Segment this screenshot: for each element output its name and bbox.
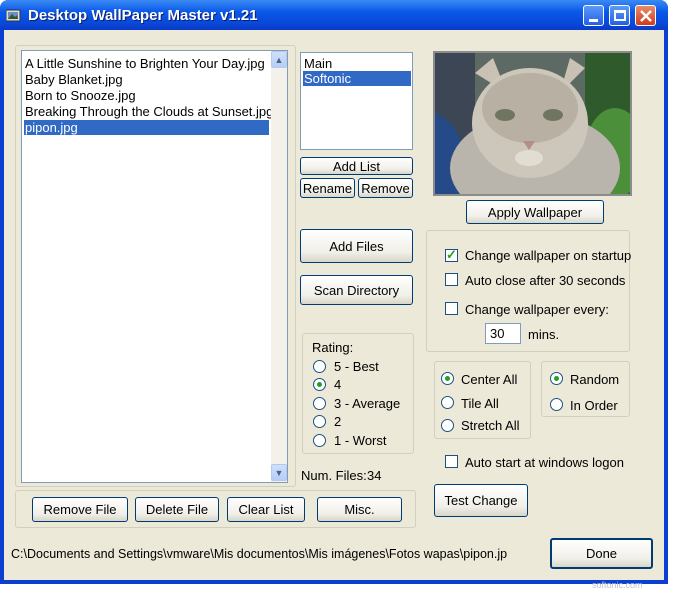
test-change-button[interactable]: Test Change	[434, 484, 528, 517]
application-window: Desktop WallPaper Master v1.21 A Little …	[0, 0, 668, 584]
chevron-up-icon: ▲	[274, 54, 284, 65]
list-item-selected[interactable]: Softonic	[303, 71, 411, 86]
auto-close-checkbox[interactable]	[445, 273, 458, 286]
rating-label: Rating:	[312, 340, 354, 355]
chevron-down-icon: ▼	[274, 467, 284, 478]
apply-wallpaper-button[interactable]: Apply Wallpaper	[466, 200, 604, 224]
random-radio[interactable]	[550, 372, 563, 385]
change-on-startup-checkbox[interactable]	[445, 247, 458, 263]
num-files-label: Num. Files:	[301, 468, 367, 483]
delete-file-button[interactable]: Delete File	[135, 497, 219, 522]
auto-close-label: Auto close after 30 seconds	[465, 273, 626, 288]
center-all-radio[interactable]	[441, 372, 454, 385]
status-path: C:\Documents and Settings\vmware\Mis doc…	[11, 547, 508, 561]
list-item[interactable]: Breaking Through the Clouds at Sunset.jp…	[24, 104, 273, 119]
list-item[interactable]: A Little Sunshine to Brighten Your Day.j…	[24, 56, 265, 71]
change-every-checkbox[interactable]	[445, 302, 458, 315]
tile-all-radio[interactable]	[441, 396, 454, 409]
list-item[interactable]: Main	[303, 56, 332, 71]
change-on-startup-label: Change wallpaper on startup	[465, 248, 632, 263]
misc-button[interactable]: Misc.	[317, 497, 402, 522]
wallpaper-lists[interactable]: Main Softonic	[300, 52, 413, 150]
remove-file-button[interactable]: Remove File	[32, 497, 128, 522]
client-area: A Little Sunshine to Brighten Your Day.j…	[4, 30, 664, 580]
scroll-up-button[interactable]: ▲	[271, 51, 287, 68]
scroll-down-button[interactable]: ▼	[271, 464, 287, 481]
remove-list-button[interactable]: Remove	[358, 178, 413, 198]
auto-start-checkbox[interactable]	[445, 455, 458, 468]
cat-photo-image	[435, 53, 630, 194]
rating-radio-3[interactable]	[313, 397, 326, 410]
rating-radio-5[interactable]	[313, 360, 326, 373]
title-bar[interactable]: Desktop WallPaper Master v1.21	[0, 0, 668, 30]
wallpaper-preview	[433, 51, 632, 196]
auto-start-label: Auto start at windows logon	[465, 455, 624, 470]
minimize-icon	[589, 19, 598, 22]
layout-option-label: Center All	[461, 372, 518, 387]
change-every-label: Change wallpaper every:	[465, 302, 609, 317]
add-list-button[interactable]: Add List	[300, 157, 413, 175]
maximize-icon	[614, 10, 626, 21]
list-item[interactable]: Baby Blanket.jpg	[24, 72, 123, 87]
rating-radio-1[interactable]	[313, 434, 326, 447]
rating-option-label: 4	[334, 377, 342, 392]
rating-option-label: 2	[334, 414, 342, 429]
rating-option-label: 5 - Best	[334, 359, 379, 374]
rating-radio-4[interactable]	[313, 378, 326, 391]
file-list[interactable]: A Little Sunshine to Brighten Your Day.j…	[21, 50, 288, 483]
in-order-radio[interactable]	[550, 398, 563, 411]
add-files-button[interactable]: Add Files	[300, 229, 413, 263]
clear-list-button[interactable]: Clear List	[227, 497, 305, 522]
close-icon	[640, 10, 652, 22]
window-title: Desktop WallPaper Master v1.21	[28, 7, 258, 24]
minimize-button[interactable]	[583, 5, 604, 26]
watermark: softonic.com	[592, 580, 643, 590]
rating-radio-2[interactable]	[313, 415, 326, 428]
app-icon	[6, 9, 21, 22]
rename-button[interactable]: Rename	[300, 178, 355, 198]
maximize-button[interactable]	[609, 5, 630, 26]
interval-input[interactable]: 30	[485, 323, 521, 344]
order-option-label: Random	[570, 372, 620, 387]
layout-option-label: Stretch All	[461, 418, 520, 433]
scan-directory-button[interactable]: Scan Directory	[300, 275, 413, 305]
stretch-all-radio[interactable]	[441, 419, 454, 432]
rating-option-label: 3 - Average	[334, 396, 401, 411]
list-item[interactable]: Born to Snooze.jpg	[24, 88, 136, 103]
num-files-value: 34	[367, 468, 382, 483]
order-option-label: In Order	[570, 398, 618, 413]
layout-option-label: Tile All	[461, 396, 499, 411]
list-item-selected[interactable]: pipon.jpg	[24, 120, 269, 135]
close-button[interactable]	[635, 5, 656, 26]
done-button[interactable]: Done	[550, 538, 653, 569]
rating-option-label: 1 - Worst	[334, 433, 387, 448]
vertical-scrollbar[interactable]: ▲ ▼	[271, 51, 287, 482]
interval-unit-label: mins.	[528, 327, 560, 342]
